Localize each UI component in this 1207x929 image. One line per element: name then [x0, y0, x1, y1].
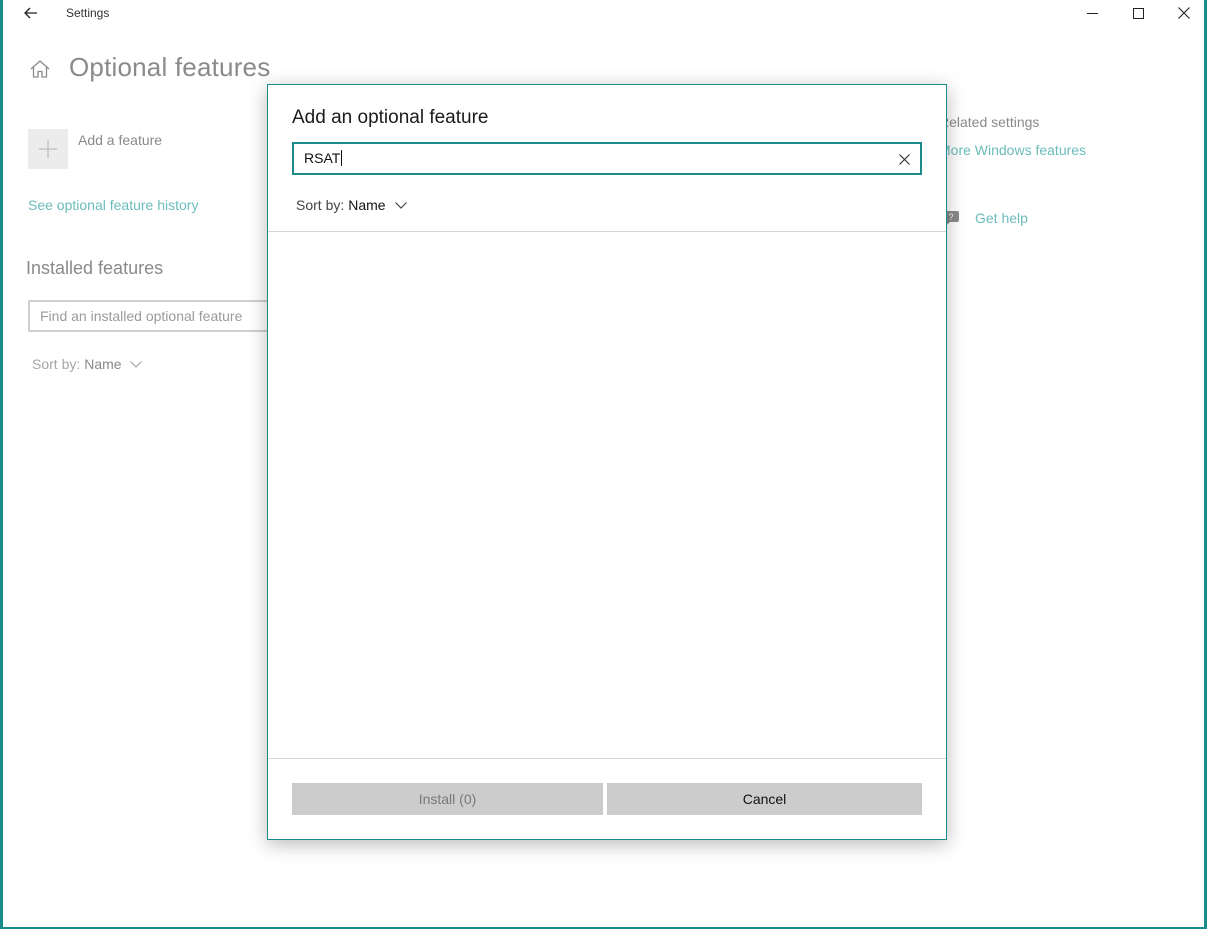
chevron-down-icon [394, 201, 407, 209]
search-input-text: RSAT [304, 150, 343, 166]
plus-icon [39, 140, 57, 158]
installed-feature-search-input[interactable]: Find an installed optional feature [28, 300, 288, 332]
cancel-button[interactable]: Cancel [607, 783, 922, 815]
get-help-label: Get help [975, 210, 1028, 226]
feature-results-list[interactable] [268, 232, 946, 758]
dialog-title: Add an optional feature [292, 107, 489, 128]
home-button[interactable] [27, 56, 53, 82]
minimize-icon [1086, 12, 1098, 14]
settings-window: Settings Optional features Add a feature… [0, 0, 1207, 929]
dialog-sort-dropdown[interactable]: Sort by: Name [296, 197, 407, 213]
plus-tile [28, 129, 68, 169]
text-caret [341, 150, 343, 166]
sort-label: Sort by: [32, 356, 81, 372]
add-feature-label: Add a feature [78, 132, 163, 148]
related-settings-heading: Related settings [939, 114, 1040, 130]
add-feature-button[interactable]: Add a feature [28, 129, 162, 169]
title-bar: Settings [3, 0, 1204, 26]
feature-history-link[interactable]: See optional feature history [28, 197, 198, 213]
sort-value: Name [84, 356, 122, 372]
dialog-sort-value: Name [348, 197, 386, 213]
page-title: Optional features [69, 52, 271, 82]
chevron-down-icon [129, 360, 142, 368]
get-help-link[interactable]: ? Get help [941, 209, 1028, 227]
back-arrow-icon [24, 7, 37, 19]
minimize-button[interactable] [1069, 0, 1115, 26]
close-window-button[interactable] [1161, 0, 1207, 26]
divider [268, 758, 946, 759]
clear-search-button[interactable] [894, 149, 914, 169]
back-button[interactable] [17, 1, 45, 25]
feature-search-input[interactable]: RSAT [292, 142, 922, 175]
add-optional-feature-dialog: Add an optional feature RSAT Sort by: Na… [267, 84, 947, 840]
installed-features-heading: Installed features [26, 258, 164, 278]
more-windows-features-link[interactable]: More Windows features [939, 142, 1086, 158]
maximize-button[interactable] [1115, 0, 1161, 26]
installed-sort-dropdown[interactable]: Sort by: Name [32, 356, 142, 372]
maximize-icon [1132, 7, 1144, 19]
home-icon [30, 60, 50, 78]
close-icon [1178, 7, 1190, 19]
svg-text:?: ? [948, 212, 953, 222]
dialog-sort-label: Sort by: [296, 197, 345, 213]
app-title: Settings [66, 6, 110, 20]
install-button[interactable]: Install (0) [292, 783, 603, 815]
close-icon [898, 153, 910, 165]
